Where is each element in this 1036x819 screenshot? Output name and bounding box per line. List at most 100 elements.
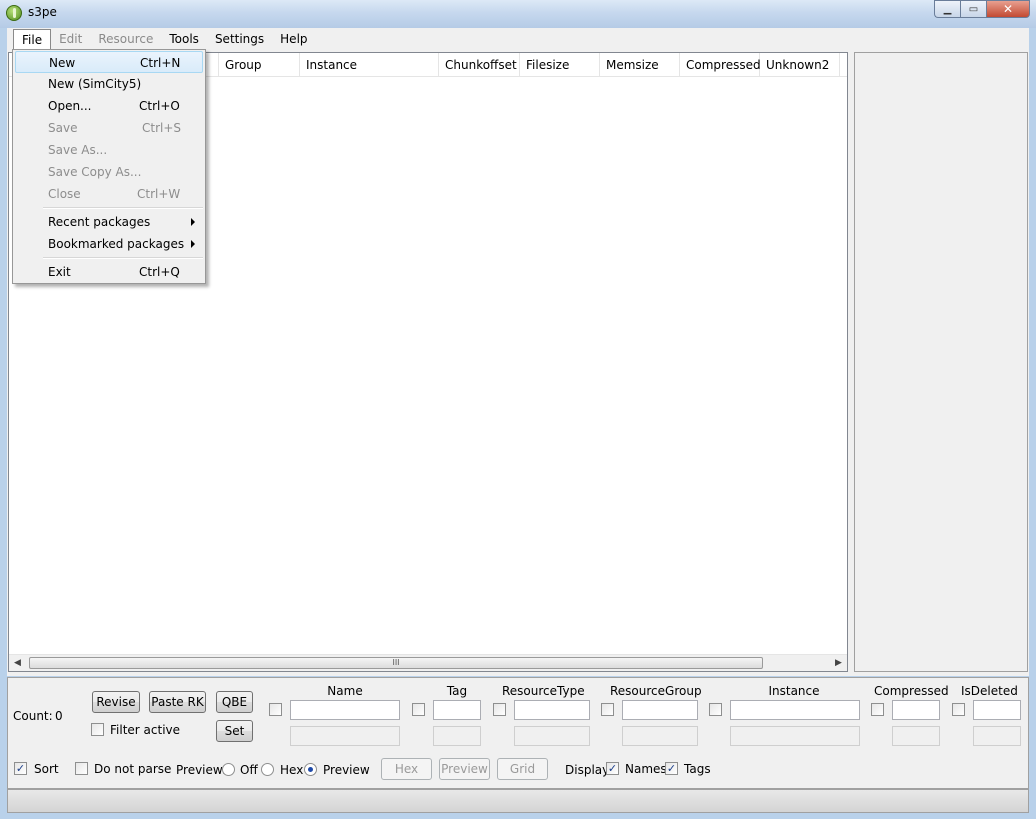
minimize-button[interactable]: ▁ xyxy=(934,0,960,18)
menu-item-new-simcity5[interactable]: New (SimCity5) xyxy=(15,73,203,95)
window-controls: ▁ ▭ ✕ xyxy=(934,0,1030,18)
status-bar xyxy=(7,789,1029,813)
filter-active-checkbox[interactable] xyxy=(91,723,104,736)
paste-rk-button[interactable]: Paste RK xyxy=(149,691,206,713)
menu-item-open-label: Open... xyxy=(48,99,92,113)
menu-item-save-copy-as[interactable]: Save Copy As... xyxy=(15,161,203,183)
column-header-chunkoffset[interactable]: Chunkoffset xyxy=(439,53,520,77)
column-header-compressed[interactable]: Compressed xyxy=(680,53,761,77)
preview-preview-label: Preview xyxy=(323,763,370,777)
qbe-compressed-input xyxy=(892,726,940,746)
menu-item-save-as-label: Save As... xyxy=(48,143,108,157)
filter-header-compressed: Compressed xyxy=(874,684,949,698)
qbe-name-input xyxy=(290,726,400,746)
menu-item-new-label: New xyxy=(49,56,76,70)
menu-item-new-simcity5-label: New (SimCity5) xyxy=(48,77,142,91)
filter-resource-group-input[interactable] xyxy=(622,700,698,720)
tags-label: Tags xyxy=(684,762,711,776)
do-not-parse-label: Do not parse xyxy=(94,762,172,776)
menu-file[interactable]: File xyxy=(13,29,52,49)
menu-item-bookmarked-packages[interactable]: Bookmarked packages xyxy=(15,233,203,255)
preview-button[interactable]: Preview xyxy=(439,758,490,780)
menu-item-save-as[interactable]: Save As... xyxy=(15,139,203,161)
set-button[interactable]: Set xyxy=(216,720,253,742)
hex-button[interactable]: Hex xyxy=(381,758,432,780)
filter-tag-checkbox[interactable] xyxy=(412,703,425,716)
menu-item-open-shortcut: Ctrl+O xyxy=(139,99,180,113)
filter-header-resource-type: ResourceType xyxy=(502,684,585,698)
filter-resource-type-input[interactable] xyxy=(514,700,590,720)
menu-tools[interactable]: Tools xyxy=(161,29,207,49)
menu-edit[interactable]: Edit xyxy=(51,29,90,49)
preview-preview-radio[interactable] xyxy=(304,763,317,776)
menu-item-recent-packages[interactable]: Recent packages xyxy=(15,211,203,233)
filter-name-input[interactable] xyxy=(290,700,400,720)
qbe-tag-input xyxy=(433,726,481,746)
preview-off-radio[interactable] xyxy=(222,763,235,776)
names-checkbox[interactable]: ✓ xyxy=(606,762,619,775)
qbe-resource-group-input xyxy=(622,726,698,746)
menu-item-close-label: Close xyxy=(48,187,81,201)
sort-label: Sort xyxy=(34,762,59,776)
filter-active-label: Filter active xyxy=(110,723,181,737)
minimize-icon: ▁ xyxy=(943,3,952,15)
horizontal-scrollbar[interactable]: ◀ III ▶ xyxy=(9,654,847,671)
tags-checkbox[interactable]: ✓ xyxy=(665,762,678,775)
menu-separator xyxy=(43,257,203,259)
filter-is-deleted-checkbox[interactable] xyxy=(952,703,965,716)
sort-checkbox[interactable]: ✓ xyxy=(14,762,27,775)
filter-is-deleted-input[interactable] xyxy=(973,700,1021,720)
app-logo-icon xyxy=(6,5,22,21)
menu-help[interactable]: Help xyxy=(272,29,315,49)
menu-item-close[interactable]: Close Ctrl+W xyxy=(15,183,203,205)
column-header-instance[interactable]: Instance xyxy=(300,53,439,77)
filter-compressed-checkbox[interactable] xyxy=(871,703,884,716)
grid-button[interactable]: Grid xyxy=(497,758,548,780)
column-header-group[interactable]: Group xyxy=(219,53,300,77)
filter-compressed-input[interactable] xyxy=(892,700,940,720)
menu-item-save-shortcut: Ctrl+S xyxy=(142,121,182,135)
qbe-button[interactable]: QBE xyxy=(216,691,253,713)
filter-instance-checkbox[interactable] xyxy=(709,703,722,716)
filter-instance-input[interactable] xyxy=(730,700,860,720)
submenu-arrow-icon xyxy=(191,240,195,248)
window-title: s3pe xyxy=(28,5,57,19)
names-label: Names xyxy=(625,762,667,776)
menu-settings[interactable]: Settings xyxy=(207,29,272,49)
filter-resource-group-checkbox[interactable] xyxy=(601,703,614,716)
filter-name-checkbox[interactable] xyxy=(269,703,282,716)
do-not-parse-checkbox[interactable] xyxy=(75,762,88,775)
filter-header-name: Name xyxy=(327,684,363,698)
menu-item-bookmarked-packages-label: Bookmarked packages xyxy=(48,237,185,251)
menu-item-recent-packages-label: Recent packages xyxy=(48,215,151,229)
maximize-icon: ▭ xyxy=(968,3,979,15)
filter-tag-input[interactable] xyxy=(433,700,481,720)
menu-item-new-shortcut: Ctrl+N xyxy=(140,56,181,70)
preview-hex-radio[interactable] xyxy=(261,763,274,776)
menu-item-save[interactable]: Save Ctrl+S xyxy=(15,117,203,139)
preview-mode-label: Preview: xyxy=(176,763,227,777)
menu-item-exit[interactable]: Exit Ctrl+Q xyxy=(15,261,203,283)
menu-bar: File Edit Resource Tools Settings Help xyxy=(7,28,1029,50)
filter-header-instance: Instance xyxy=(768,684,820,698)
menu-item-new[interactable]: New Ctrl+N xyxy=(15,51,203,73)
qbe-resource-type-input xyxy=(514,726,590,746)
menu-resource[interactable]: Resource xyxy=(90,29,161,49)
column-header-memsize[interactable]: Memsize xyxy=(600,53,680,77)
menu-item-open[interactable]: Open... Ctrl+O xyxy=(15,95,203,117)
scroll-left-icon[interactable]: ◀ xyxy=(9,655,26,672)
column-header-unknown2[interactable]: Unknown2 xyxy=(760,53,840,77)
maximize-button[interactable]: ▭ xyxy=(960,0,986,18)
revise-button[interactable]: Revise xyxy=(92,691,140,713)
filter-panel: Count: 0 Revise Paste RK QBE Set Filter … xyxy=(7,677,1029,789)
title-bar: s3pe ▁ ▭ ✕ xyxy=(0,0,1036,28)
scroll-thumb[interactable]: III xyxy=(29,657,763,669)
menu-item-exit-label: Exit xyxy=(48,265,71,279)
file-menu-dropdown: New Ctrl+N New (SimCity5) Open... Ctrl+O… xyxy=(12,49,206,284)
menu-item-save-label: Save xyxy=(48,121,78,135)
submenu-arrow-icon xyxy=(191,218,195,226)
filter-resource-type-checkbox[interactable] xyxy=(493,703,506,716)
scroll-right-icon[interactable]: ▶ xyxy=(830,655,847,672)
column-header-filesize[interactable]: Filesize xyxy=(520,53,600,77)
close-window-button[interactable]: ✕ xyxy=(986,0,1030,18)
